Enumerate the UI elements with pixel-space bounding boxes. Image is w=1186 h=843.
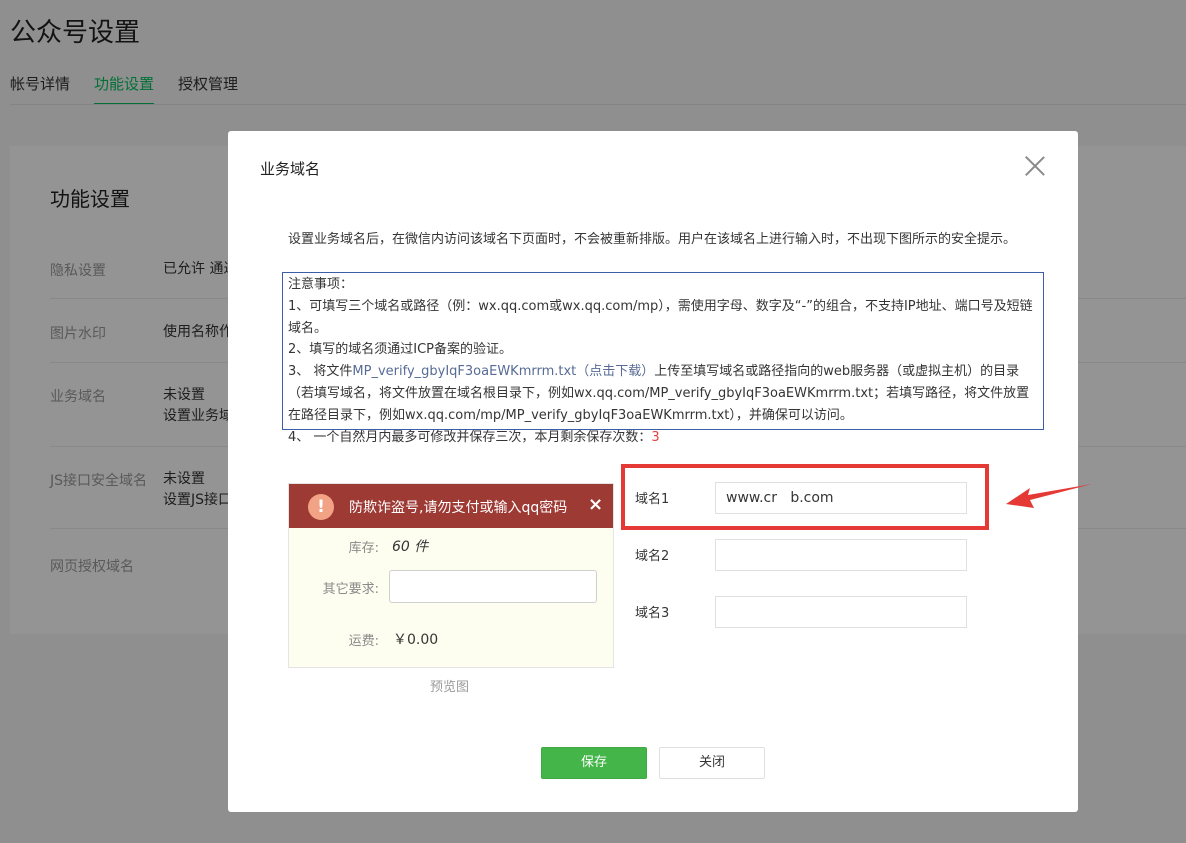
preview-fee-value: ￥0.00 [393, 632, 439, 648]
preview-fee-label: 运费: [348, 634, 379, 649]
dialog-title: 业务域名 [260, 160, 321, 178]
preview-caption: 预览图 [430, 680, 470, 695]
notice-item-1: 1、可填写三个域名或路径（例：wx.qq.com或wx.qq.com/mp），需… [288, 298, 1033, 336]
domain1-input[interactable] [715, 482, 967, 514]
close-button[interactable]: 关闭 [659, 747, 765, 779]
notice-item-3-prefix: 3、 将文件 [288, 364, 353, 380]
business-domain-dialog: 业务域名 设置业务域名后，在微信内访问该域名下页面时，不会被重新排版。用户在该域… [228, 131, 1078, 812]
preview-other-input [389, 570, 597, 603]
warning-icon: ! [308, 494, 334, 520]
preview-other-label: 其它要求: [322, 582, 379, 597]
red-arrow-icon [1006, 484, 1092, 508]
preview-image: ! 防欺诈盗号,请勿支付或输入qq密码 × 库存: 60 件 其它要求: 运费:… [288, 483, 614, 668]
notice-item-4: 4、 一个自然月内最多可修改并保存三次，本月剩余保存次数：3 [288, 428, 660, 448]
domain2-input[interactable] [715, 539, 967, 571]
preview-stock-value: 60 件 [392, 539, 429, 555]
save-button[interactable]: 保存 [541, 747, 647, 779]
domain1-label: 域名1 [635, 492, 670, 507]
preview-stock-label: 库存: [348, 541, 379, 556]
security-warning-toast: ! 防欺诈盗号,请勿支付或输入qq密码 × [289, 484, 613, 528]
notice-item-2: 2、填写的域名须通过ICP备案的验证。 [288, 342, 513, 358]
verify-file-link[interactable]: MP_verify_gbyIqF3oaEWKmrrm.txt [352, 364, 576, 379]
download-link[interactable]: （点击下载） [576, 364, 654, 379]
toast-text: 防欺诈盗号,请勿支付或输入qq密码 [349, 500, 568, 516]
domain3-input[interactable] [715, 596, 967, 628]
notice-item-4-text: 4、 一个自然月内最多可修改并保存三次，本月剩余保存次数： [288, 430, 652, 445]
notice-heading: 注意事项： [288, 277, 354, 292]
notice-box: 注意事项： 1、可填写三个域名或路径（例：wx.qq.com或wx.qq.com… [282, 272, 1044, 430]
close-icon[interactable] [1024, 155, 1046, 177]
remaining-saves-count: 3 [651, 430, 660, 445]
domain3-label: 域名3 [635, 606, 670, 621]
notice-item-3: 3、 将文件MP_verify_gbyIqF3oaEWKmrrm.txt（点击下… [288, 361, 1038, 426]
dialog-intro: 设置业务域名后，在微信内访问该域名下页面时，不会被重新排版。用户在该域名上进行输… [288, 232, 1017, 247]
toast-close-icon: × [588, 494, 604, 515]
domain2-label: 域名2 [635, 549, 670, 564]
